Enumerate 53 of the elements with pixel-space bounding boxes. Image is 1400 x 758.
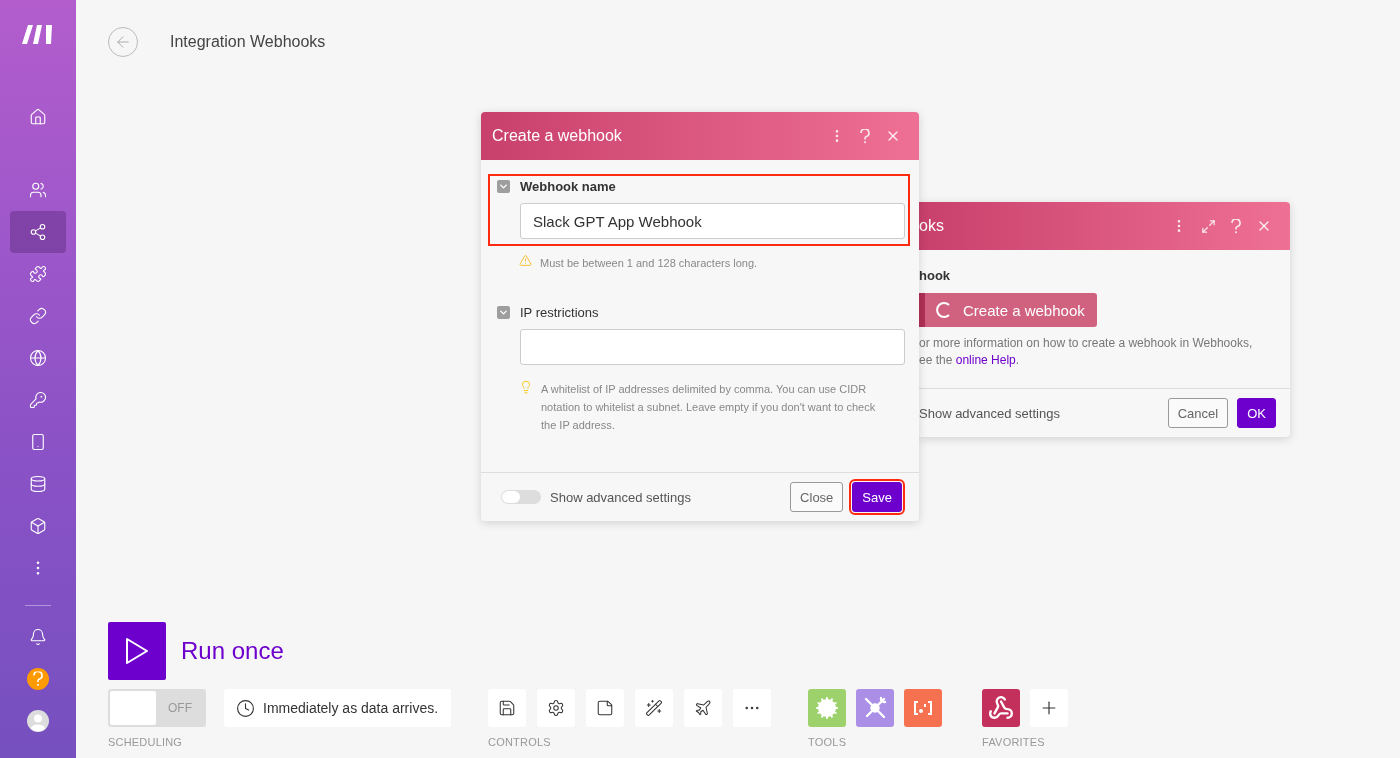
plane-icon[interactable] [684, 689, 723, 727]
hint-text: A whitelist of IP addresses delimited by comma. You can use CIDR notation to whitelist a subnet. Leave empty if you don't want to check the IP address. [541, 382, 877, 433]
gear-icon[interactable] [808, 689, 847, 727]
help-text: or more information on how to create a webhook in Webhooks, [919, 335, 1254, 352]
lightbulb-icon [519, 380, 533, 394]
webhook-icon[interactable] [982, 689, 1021, 727]
page-title: Integration Webhooks [170, 33, 326, 51]
ok-button[interactable]: OK [1237, 398, 1276, 428]
expand-icon[interactable] [1201, 218, 1216, 234]
tools-icon[interactable] [856, 689, 895, 727]
warning-icon [519, 254, 532, 267]
avatar-icon[interactable] [27, 710, 49, 732]
advanced-label: Show advanced settings [919, 405, 1061, 421]
group-caption: SCHEDULING [108, 736, 184, 748]
chevron-down-icon [498, 181, 509, 192]
text-field[interactable] [520, 329, 905, 365]
dialog-title: oks [919, 217, 945, 235]
advanced-label: Show advanced settings [550, 489, 692, 505]
help-text: ee the online Help. [919, 352, 1021, 369]
schedule-chip[interactable]: Immediately as data arrives. [224, 689, 452, 727]
add-icon[interactable] [1030, 689, 1069, 727]
close-button[interactable]: Close [790, 482, 844, 512]
collapse-toggle[interactable] [497, 306, 510, 319]
group-caption: FAVORITES [982, 736, 1046, 748]
field-label: IP restrictions [520, 305, 599, 320]
help-icon[interactable] [27, 668, 49, 690]
help-icon[interactable] [859, 128, 871, 144]
advanced-toggle[interactable] [501, 490, 541, 504]
save-button[interactable]: Save [852, 482, 902, 512]
share-icon[interactable] [10, 211, 66, 253]
cancel-button[interactable]: Cancel [1167, 398, 1229, 428]
logo[interactable] [22, 22, 54, 46]
section-label: hook [919, 268, 952, 283]
collapse-toggle[interactable] [497, 180, 510, 193]
help-link[interactable]: online Help [955, 353, 1016, 367]
wand-icon[interactable] [635, 689, 674, 727]
note-icon[interactable] [586, 689, 625, 727]
brackets-icon[interactable] [904, 689, 943, 727]
group-caption: TOOLS [808, 736, 848, 748]
play-icon [124, 636, 150, 666]
group-caption: CONTROLS [488, 736, 552, 748]
text-field[interactable]: Slack GPT App Webhook [520, 203, 905, 239]
run-label[interactable]: Run once [181, 637, 284, 665]
run-button[interactable] [108, 622, 166, 680]
hint-text: Must be between 1 and 128 characters long. [540, 256, 758, 271]
dialog-title: Create a webhook [492, 127, 623, 145]
settings-icon[interactable] [537, 689, 576, 727]
chevron-down-icon [498, 307, 509, 318]
help-icon[interactable] [1230, 218, 1242, 234]
create-webhook-button[interactable]: Create a webhook [919, 293, 1097, 327]
clock-icon [236, 698, 255, 718]
field-label: Webhook name [520, 179, 616, 194]
save-icon[interactable] [488, 689, 527, 727]
